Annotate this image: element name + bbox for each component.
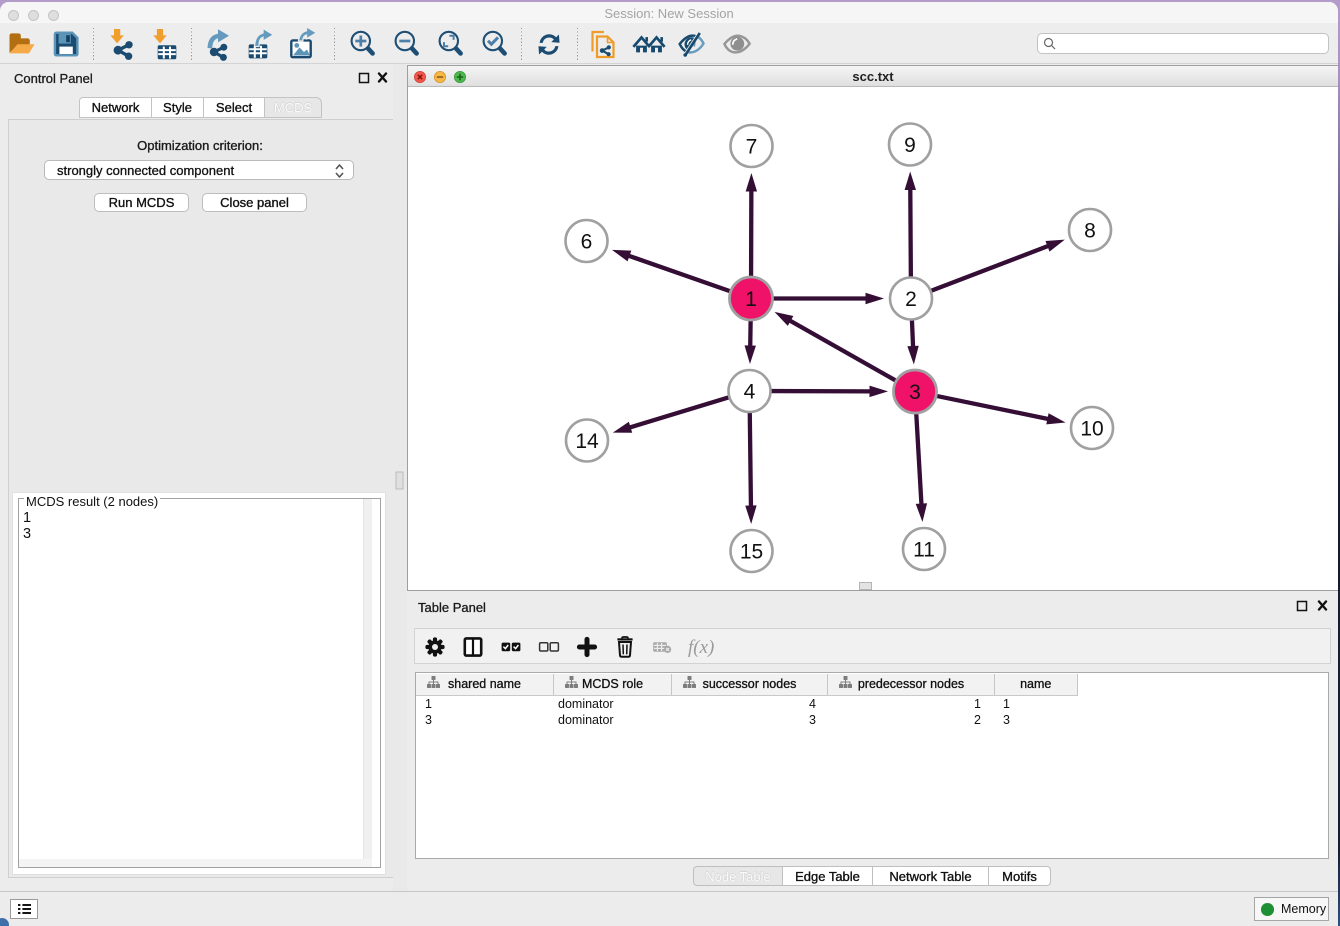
- svg-text:10: 10: [1080, 418, 1103, 441]
- svg-text:3: 3: [909, 381, 921, 404]
- svg-text:1: 1: [745, 288, 757, 311]
- svg-text:6: 6: [581, 231, 593, 254]
- svg-text:11: 11: [913, 539, 935, 562]
- svg-text:4: 4: [744, 381, 756, 404]
- svg-text:7: 7: [746, 136, 758, 159]
- svg-text:8: 8: [1084, 220, 1096, 243]
- svg-text:f(x): f(x): [688, 637, 714, 658]
- svg-text:15: 15: [740, 541, 763, 564]
- svg-text:2: 2: [905, 288, 917, 311]
- svg-text:14: 14: [575, 430, 599, 453]
- svg-text:9: 9: [904, 134, 916, 157]
